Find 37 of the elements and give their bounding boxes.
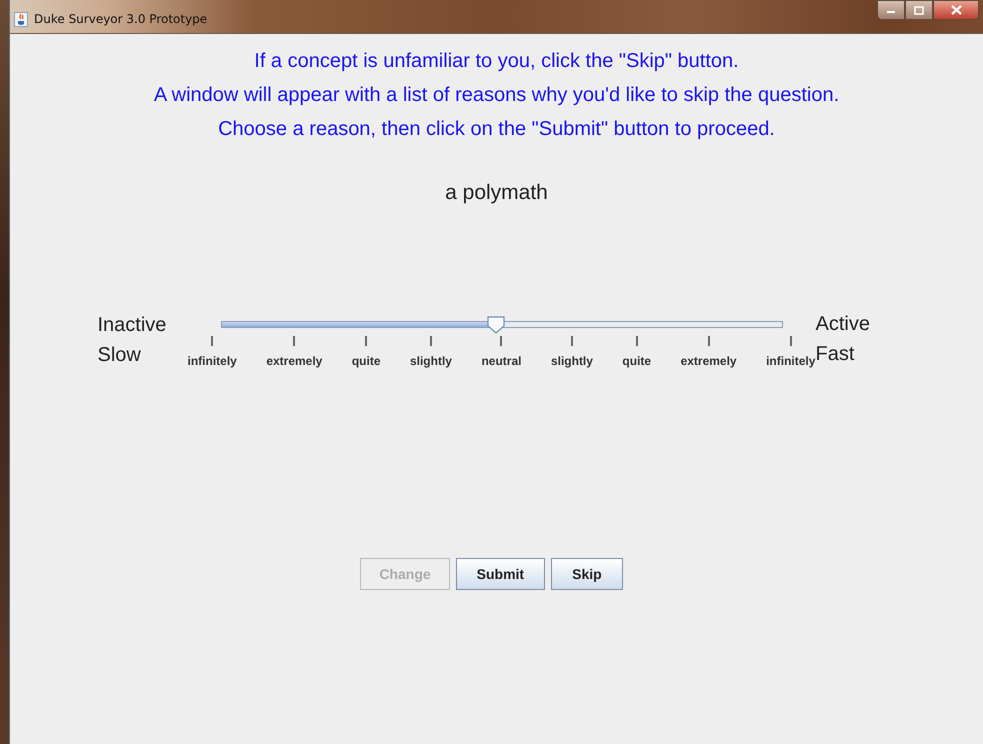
scale-label: Fast [816, 342, 856, 367]
tick-label: infinitely [188, 354, 237, 368]
tick-mark [365, 336, 368, 346]
scale-label: Active [816, 312, 871, 337]
app-icon [14, 12, 28, 27]
slider-track[interactable] [220, 321, 782, 328]
tick-label: extremely [266, 354, 322, 368]
instruction-text: If a concept is unfamiliar to you, click the "Skip" button. [254, 49, 739, 74]
slider-thumb[interactable] [486, 316, 505, 334]
tick-label: quite [352, 354, 380, 368]
window-title: Duke Surveyor 3.0 Prototype [34, 12, 208, 26]
tick-mark [500, 336, 502, 346]
tick-mark [570, 336, 573, 346]
tick-label: infinitely [766, 354, 816, 368]
scale-label: Slow [98, 343, 142, 368]
instruction-text: Choose a reason, then click on the "Submit" button to proceed. [218, 117, 775, 142]
maximize-icon [914, 6, 924, 14]
action-button[interactable]: Submit [456, 558, 546, 590]
action-button[interactable]: Skip [551, 558, 623, 590]
close-button[interactable] [933, 0, 979, 20]
tick-mark [636, 336, 638, 346]
close-icon [950, 5, 962, 15]
scale-label: Inactive [98, 313, 168, 338]
minimize-button[interactable] [877, 0, 905, 20]
tick-label: quite [622, 354, 652, 368]
maximize-button[interactable] [905, 0, 933, 20]
tick-mark [293, 336, 296, 346]
tick-mark [211, 336, 214, 346]
tick-label: extremely [680, 354, 737, 368]
tick-mark [790, 336, 792, 346]
tick-label: slightly [550, 354, 593, 368]
tick-label: slightly [410, 354, 452, 368]
tick-mark [708, 336, 710, 346]
instruction-text: A window will appear with a list of reasons why you'd like to skip the question. [154, 83, 840, 108]
tick-mark [430, 336, 432, 346]
concept-text: a polymath [445, 181, 548, 205]
tick-label: neutral [481, 354, 522, 368]
